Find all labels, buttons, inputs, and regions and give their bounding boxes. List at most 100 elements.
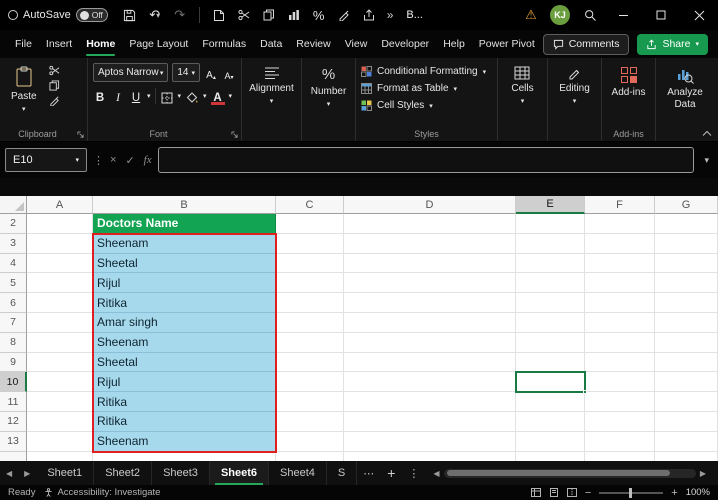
cell-C5[interactable] [276, 273, 344, 294]
row-header-partial[interactable] [0, 451, 27, 461]
formula-input[interactable] [157, 147, 695, 173]
cell-B8[interactable]: Sheenam [93, 332, 276, 353]
avatar[interactable]: KJ [550, 5, 570, 25]
cell-A13[interactable] [27, 431, 93, 452]
cell-C4[interactable] [276, 253, 344, 274]
sheet-tab-sheet6[interactable]: Sheet6 [209, 461, 270, 485]
cell-B5[interactable]: Rijul [93, 273, 276, 294]
format-painter-button[interactable] [49, 95, 60, 106]
search-icon[interactable] [576, 3, 604, 27]
autosave-switch[interactable]: Off [75, 8, 108, 22]
cell-F14[interactable] [585, 451, 655, 461]
cell-C3[interactable] [276, 233, 344, 254]
cell-E2[interactable] [516, 214, 585, 234]
cell-C8[interactable] [276, 332, 344, 353]
cell-B13[interactable]: Sheenam [93, 431, 276, 452]
sheet-tab-sheet2[interactable]: Sheet2 [94, 461, 153, 485]
cell-F6[interactable] [585, 293, 655, 313]
cell-G14[interactable] [655, 451, 718, 461]
font-color-button[interactable]: A [210, 87, 225, 105]
cell-C9[interactable] [276, 352, 344, 373]
cell-C14[interactable] [276, 451, 344, 461]
cell-C12[interactable] [276, 411, 344, 432]
cell-F13[interactable] [585, 431, 655, 452]
column-header-F[interactable]: F [585, 196, 655, 214]
cell-A14[interactable] [27, 451, 93, 461]
cell-D10[interactable] [344, 372, 516, 393]
cell-C11[interactable] [276, 392, 344, 412]
menu-item-home[interactable]: Home [79, 30, 122, 58]
cell-F12[interactable] [585, 411, 655, 432]
cell-A5[interactable] [27, 273, 93, 294]
cell-B14[interactable] [93, 451, 276, 461]
row-header-13[interactable]: 13 [0, 431, 27, 452]
cell-G2[interactable] [655, 214, 718, 234]
cell-E8[interactable] [516, 332, 585, 353]
menu-item-developer[interactable]: Developer [374, 30, 436, 58]
maximize-button[interactable] [642, 0, 680, 30]
cell-E10[interactable] [516, 372, 585, 393]
cell-G5[interactable] [655, 273, 718, 294]
zoom-slider[interactable] [599, 487, 664, 498]
percent-style-icon[interactable]: % [308, 3, 330, 27]
cell-A6[interactable] [27, 293, 93, 313]
font-name-combo[interactable]: Aptos Narrow ▾ [93, 63, 169, 82]
page-layout-view-button[interactable] [549, 488, 559, 497]
cell-B4[interactable]: Sheetal [93, 253, 276, 274]
cell-D9[interactable] [344, 352, 516, 373]
menu-item-help[interactable]: Help [436, 30, 472, 58]
paste-button[interactable]: Paste ▾ [5, 63, 43, 116]
number-button[interactable]: % Number ▾ [305, 63, 353, 111]
column-header-C[interactable]: C [276, 196, 344, 214]
sheet-tab-s[interactable]: S [327, 461, 358, 485]
analyze-data-button[interactable]: Analyze Data [661, 63, 709, 113]
chevron-down-icon[interactable]: ▾ [178, 92, 182, 100]
sheet-tab-sheet1[interactable]: Sheet1 [36, 461, 95, 485]
editing-button[interactable]: Editing ▾ [553, 63, 596, 108]
cell-E3[interactable] [516, 233, 585, 254]
cell-B11[interactable]: Ritika [93, 392, 276, 412]
warning-icon[interactable]: ⚠ [518, 7, 544, 23]
cell-B9[interactable]: Sheetal [93, 352, 276, 373]
cell-D12[interactable] [344, 411, 516, 432]
cell-A8[interactable] [27, 332, 93, 353]
cell-F2[interactable] [585, 214, 655, 234]
cell-A11[interactable] [27, 392, 93, 412]
sheet-options-kebab[interactable]: ⋮ [402, 467, 425, 480]
select-all-button[interactable] [0, 196, 27, 214]
cell-E7[interactable] [516, 312, 585, 333]
increase-font-button[interactable]: A ▴ [204, 64, 218, 81]
fill-color-button[interactable] [185, 87, 199, 104]
menu-item-insert[interactable]: Insert [39, 30, 79, 58]
zoom-level[interactable]: 100% [686, 487, 710, 498]
cell-C6[interactable] [276, 293, 344, 313]
cell-A4[interactable] [27, 253, 93, 274]
scroll-left-arrow[interactable]: ◀ [429, 469, 443, 478]
collapse-ribbon-button[interactable] [702, 130, 712, 137]
enter-button[interactable]: ✓ [125, 154, 134, 167]
cell-E9[interactable] [516, 352, 585, 373]
cell-G8[interactable] [655, 332, 718, 353]
toolbar-overflow-chevron[interactable]: » [383, 8, 398, 22]
cell-styles-button[interactable]: Cell Styles ▾ [361, 97, 492, 114]
cell-D3[interactable] [344, 233, 516, 254]
alignment-button[interactable]: Alignment ▾ [243, 63, 299, 108]
row-header-4[interactable]: 4 [0, 253, 27, 274]
underline-button[interactable]: U [129, 87, 143, 104]
cell-A9[interactable] [27, 352, 93, 373]
cell-B3[interactable]: Sheenam [93, 233, 276, 254]
row-header-7[interactable]: 7 [0, 312, 27, 333]
cell-C7[interactable] [276, 312, 344, 333]
insert-function-button[interactable]: fx [144, 154, 152, 166]
chevron-down-icon[interactable]: ▾ [229, 92, 233, 100]
cell-F8[interactable] [585, 332, 655, 353]
zoom-slider-thumb[interactable] [629, 487, 633, 498]
name-box[interactable]: E10 ▾ [5, 148, 87, 172]
row-header-3[interactable]: 3 [0, 233, 27, 254]
cell-E12[interactable] [516, 411, 585, 432]
copy-button[interactable] [49, 80, 60, 91]
minimize-button[interactable] [604, 0, 642, 30]
clipboard-dialog-launcher[interactable] [77, 131, 84, 138]
next-sheet-button[interactable]: ▶ [18, 469, 36, 478]
new-sheet-button[interactable]: + [380, 465, 402, 481]
